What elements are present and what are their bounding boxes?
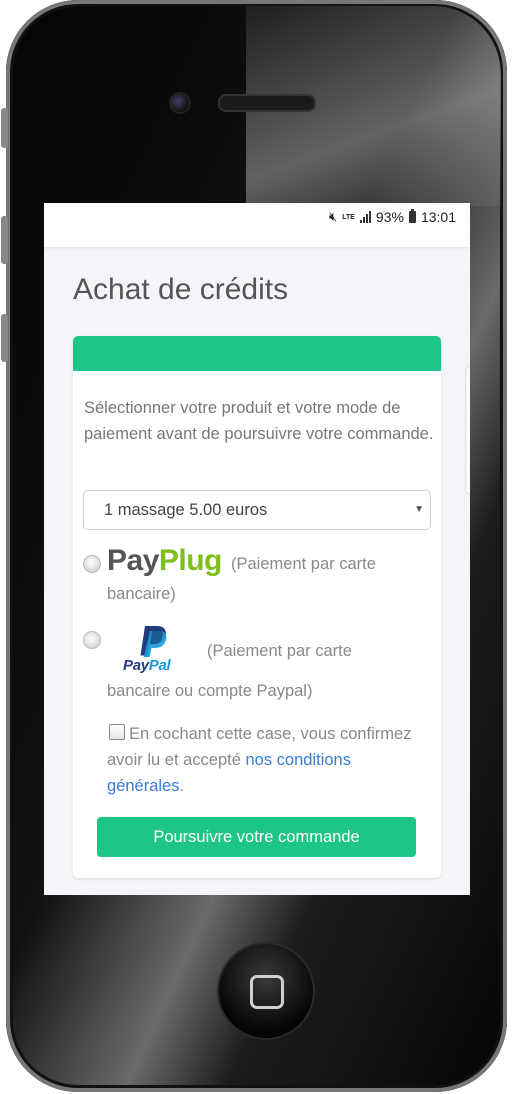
volume-down-button bbox=[1, 314, 8, 362]
purchase-card: Sélectionner votre produit et votre mode… bbox=[73, 336, 441, 878]
lte-icon: LTE bbox=[342, 213, 355, 221]
product-select[interactable]: 1 massage 5.00 euros ▼ bbox=[83, 490, 431, 530]
clock: 13:01 bbox=[420, 209, 456, 225]
paypal-description-line2: bancaire ou compte Paypal) bbox=[107, 682, 313, 700]
front-camera bbox=[169, 92, 191, 114]
paypal-radio[interactable] bbox=[83, 631, 101, 649]
product-select-value: 1 massage 5.00 euros bbox=[104, 501, 268, 519]
paypal-logo: PayPal bbox=[121, 624, 185, 680]
paypal-logo-pal: Pal bbox=[148, 657, 171, 674]
paypal-description-line1: (Paiement par carte bbox=[207, 642, 352, 660]
mute-switch bbox=[1, 108, 8, 148]
scroll-handle[interactable] bbox=[465, 365, 470, 495]
payplug-logo-pay: Pay bbox=[107, 544, 159, 577]
consent-text: En cochant cette case, vous confirmez av… bbox=[107, 721, 427, 799]
battery-icon bbox=[408, 209, 416, 223]
paypal-logo-pay: Pay bbox=[123, 657, 149, 674]
payplug-logo-plug: Plug bbox=[158, 544, 223, 577]
mute-icon: 🔇︎ bbox=[329, 209, 338, 224]
paypal-p-icon bbox=[140, 626, 167, 657]
volume-up-button bbox=[1, 216, 8, 264]
consent-suffix: . bbox=[179, 777, 185, 795]
paypal-wordmark: PayPal bbox=[123, 657, 171, 674]
payplug-description-line1: (Paiement par carte bbox=[231, 555, 376, 573]
card-header bbox=[73, 336, 441, 371]
chevron-down-icon: ▼ bbox=[414, 504, 424, 515]
payplug-description-line2: bancaire) bbox=[107, 585, 176, 603]
page-title: Achat de crédits bbox=[73, 273, 289, 306]
home-button[interactable] bbox=[217, 942, 315, 1040]
earpiece-speaker bbox=[218, 94, 316, 112]
home-square-icon bbox=[250, 975, 284, 1009]
battery-percent: 93% bbox=[375, 209, 404, 225]
signal-icon bbox=[359, 211, 371, 223]
payplug-logo: PayPlug bbox=[107, 544, 222, 578]
status-indicators: 🔇︎ LTE 93% 13:01 bbox=[329, 209, 456, 225]
intro-text: Sélectionner votre produit et votre mode… bbox=[84, 399, 434, 443]
submit-order-button[interactable]: Poursuivre votre commande bbox=[97, 817, 416, 857]
payplug-radio[interactable] bbox=[83, 555, 101, 573]
status-bar: 🔇︎ LTE 93% 13:01 bbox=[44, 203, 470, 247]
phone-screen: 🔇︎ LTE 93% 13:01 Achat de crédits Sélect… bbox=[44, 203, 470, 895]
